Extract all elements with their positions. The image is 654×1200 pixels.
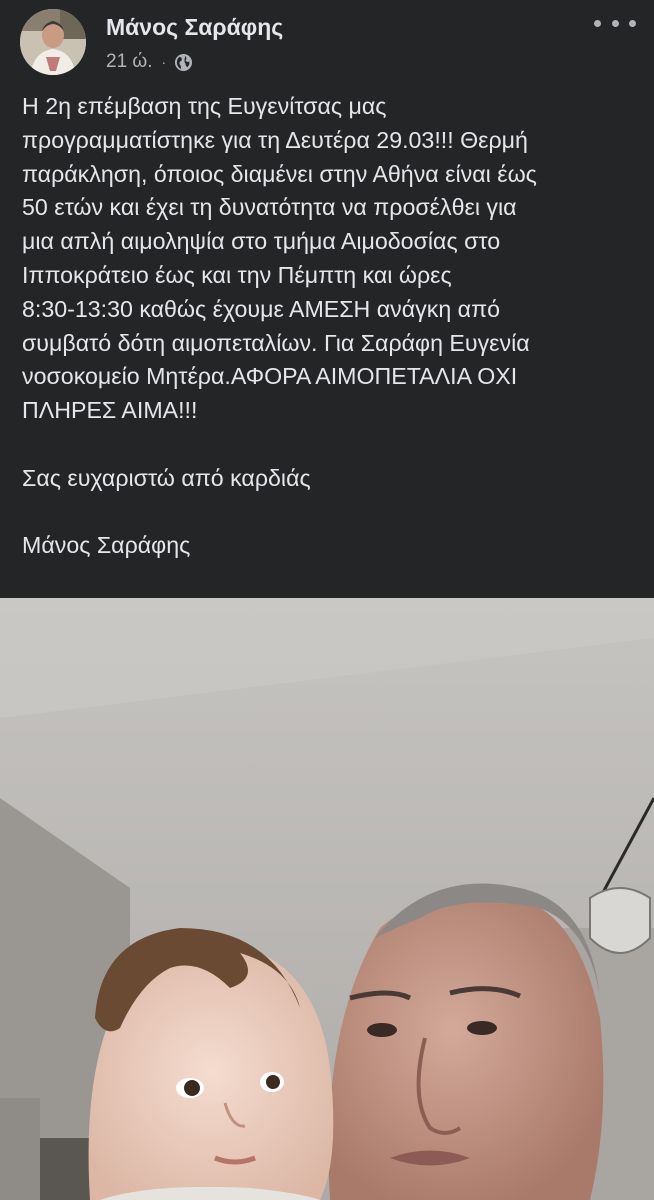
avatar-photo xyxy=(20,9,86,75)
post-meta: 21 ώ. · xyxy=(106,50,193,74)
meta-separator: · xyxy=(161,54,167,70)
author-name[interactable]: Μάνος Σαράφης xyxy=(106,14,283,41)
post-timestamp[interactable]: 21 ώ. xyxy=(106,51,153,73)
post-header: Μάνος Σαράφης 21 ώ. · xyxy=(0,0,654,84)
post-paragraph-main: Η 2η επέμβαση της Ευγενίτσας μας προγραμ… xyxy=(22,93,537,424)
globe-icon[interactable] xyxy=(174,53,193,72)
author-avatar[interactable] xyxy=(20,9,86,75)
post-photo[interactable] xyxy=(0,598,654,1200)
post-paragraph-signature: Μάνος Σαράφης xyxy=(22,532,191,559)
post-text: Η 2η επέμβαση της Ευγενίτσας μας προγραμ… xyxy=(22,90,640,563)
more-options-icon[interactable] xyxy=(594,12,636,34)
post-paragraph-thanks: Σας ευχαριστώ από καρδιάς xyxy=(22,464,311,491)
